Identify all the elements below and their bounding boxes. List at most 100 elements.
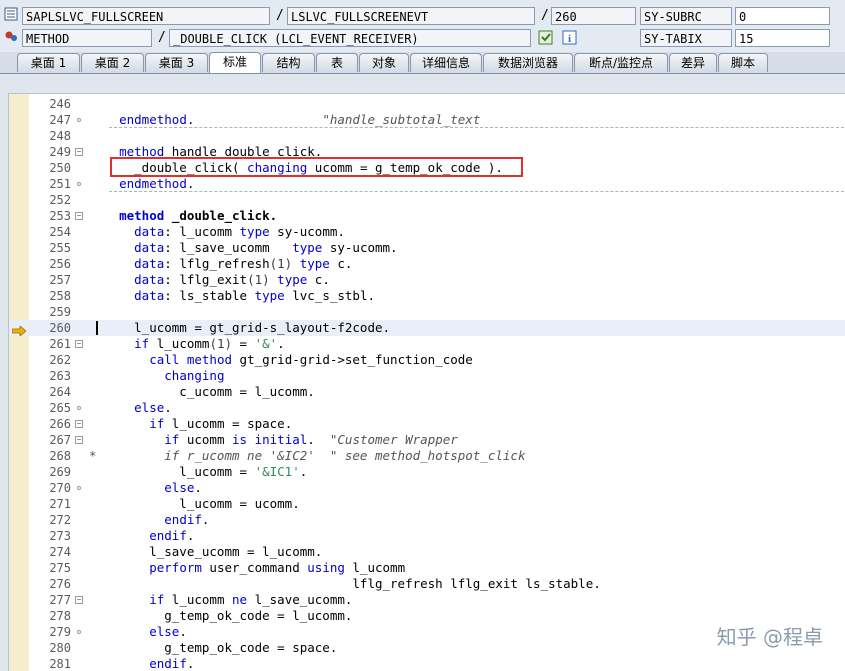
code-line-271[interactable]: 271 l_ucomm = ucomm. xyxy=(9,496,845,512)
tab-structure[interactable]: 结构 xyxy=(262,53,315,72)
source-code-editor[interactable]: 246247 endmethod. "handle_subtotal_text2… xyxy=(8,93,845,671)
code-line-257[interactable]: 257 data: lflg_exit(1) type c. xyxy=(9,272,845,288)
code-text[interactable]: * if r_ucomm ne '&IC2' " see method_hots… xyxy=(89,448,526,464)
code-text[interactable]: if l_ucomm(1) = '&'. xyxy=(89,336,285,352)
code-text[interactable]: l_save_ucomm = l_ucomm. xyxy=(89,544,322,560)
line-number: 263 xyxy=(29,368,71,384)
code-line-267[interactable]: 267− if ucomm is initial. "Customer Wrap… xyxy=(9,432,845,448)
tab-breakpoints[interactable]: 断点/监控点 xyxy=(574,53,668,72)
code-line-276[interactable]: 276 lflg_refresh lflg_exit ls_stable. xyxy=(9,576,845,592)
code-text[interactable]: endif. xyxy=(89,528,194,544)
fold-toggle-icon[interactable]: − xyxy=(75,148,83,156)
code-line-259[interactable]: 259 xyxy=(9,304,845,320)
code-text[interactable]: data: lflg_exit(1) type c. xyxy=(89,272,330,288)
fold-toggle-icon[interactable]: − xyxy=(75,340,83,348)
code-text[interactable]: if l_ucomm = space. xyxy=(89,416,292,432)
code-text[interactable]: else. xyxy=(89,480,202,496)
code-text[interactable]: g_temp_ok_code = l_ucomm. xyxy=(89,608,352,624)
tab-desktop-1[interactable]: 桌面 1 xyxy=(17,53,80,72)
code-text[interactable]: method _double_click. xyxy=(89,208,277,224)
code-text[interactable]: c_ucomm = l_ucomm. xyxy=(89,384,315,400)
code-line-247[interactable]: 247 endmethod. "handle_subtotal_text xyxy=(9,112,845,128)
tab-desktop-2[interactable]: 桌面 2 xyxy=(81,53,144,72)
code-text[interactable]: l_ucomm = ucomm. xyxy=(89,496,300,512)
line-number: 253 xyxy=(29,208,71,224)
code-line-269[interactable]: 269 l_ucomm = '&IC1'. xyxy=(9,464,845,480)
code-line-255[interactable]: 255 data: l_save_ucomm type sy-ucomm. xyxy=(9,240,845,256)
code-line-277[interactable]: 277− if l_ucomm ne l_save_ucomm. xyxy=(9,592,845,608)
code-line-274[interactable]: 274 l_save_ucomm = l_ucomm. xyxy=(9,544,845,560)
code-line-252[interactable]: 252 xyxy=(9,192,845,208)
info-icon[interactable]: i xyxy=(561,30,577,46)
code-line-264[interactable]: 264 c_ucomm = l_ucomm. xyxy=(9,384,845,400)
code-text[interactable]: changing xyxy=(89,368,224,384)
line-number: 256 xyxy=(29,256,71,272)
event-name-field[interactable]: _DOUBLE_CLICK (LCL_EVENT_RECEIVER) xyxy=(169,29,531,47)
code-line-270[interactable]: 270 else. xyxy=(9,480,845,496)
code-text[interactable]: l_ucomm = '&IC1'. xyxy=(89,464,307,480)
code-line-248[interactable]: 248 xyxy=(9,128,845,144)
tab-table[interactable]: 表 xyxy=(316,53,358,72)
code-line-260[interactable]: 260 l_ucomm = gt_grid-s_layout-f2code. xyxy=(9,320,845,336)
code-line-246[interactable]: 246 xyxy=(9,96,845,112)
line-number: 262 xyxy=(29,352,71,368)
execute-icon[interactable] xyxy=(537,30,553,46)
code-line-253[interactable]: 253− method _double_click. xyxy=(9,208,845,224)
code-text[interactable]: if ucomm is initial. "Customer Wrapper xyxy=(89,432,458,448)
code-text[interactable]: data: ls_stable type lvc_s_stbl. xyxy=(89,288,375,304)
line-number: 275 xyxy=(29,560,71,576)
tab-objects[interactable]: 对象 xyxy=(359,53,409,72)
code-text[interactable]: call method gt_grid-grid->set_function_c… xyxy=(89,352,473,368)
code-text[interactable]: perform user_command using l_ucomm xyxy=(89,560,405,576)
code-text[interactable]: data: l_ucomm type sy-ucomm. xyxy=(89,224,345,240)
code-text[interactable]: data: l_save_ucomm type sy-ucomm. xyxy=(89,240,398,256)
tab-diff[interactable]: 差异 xyxy=(669,53,717,72)
code-text[interactable]: l_ucomm = gt_grid-s_layout-f2code. xyxy=(89,320,390,336)
sy-subrc-value[interactable]: 0 xyxy=(735,7,830,25)
line-number: 266 xyxy=(29,416,71,432)
sy-tabix-value[interactable]: 15 xyxy=(735,29,830,47)
fold-toggle-icon[interactable]: − xyxy=(75,436,83,444)
code-text[interactable]: data: lflg_refresh(1) type c. xyxy=(89,256,352,272)
code-text[interactable]: endif. xyxy=(89,512,209,528)
code-line-254[interactable]: 254 data: l_ucomm type sy-ucomm. xyxy=(9,224,845,240)
tab-standard[interactable]: 标准 xyxy=(209,52,261,73)
tab-details[interactable]: 详细信息 xyxy=(410,53,482,72)
line-number-field[interactable]: 260 xyxy=(551,7,636,25)
code-text[interactable]: endif. xyxy=(89,656,194,671)
code-line-265[interactable]: 265 else. xyxy=(9,400,845,416)
tab-desktop-3[interactable]: 桌面 3 xyxy=(145,53,208,72)
program-field[interactable]: SAPLSLVC_FULLSCREEN xyxy=(22,7,270,25)
code-line-262[interactable]: 262 call method gt_grid-grid->set_functi… xyxy=(9,352,845,368)
code-text[interactable]: lflg_refresh lflg_exit ls_stable. xyxy=(89,576,601,592)
fold-end-icon xyxy=(77,118,81,122)
code-line-273[interactable]: 273 endif. xyxy=(9,528,845,544)
tab-script[interactable]: 脚本 xyxy=(718,53,768,72)
code-line-275[interactable]: 275 perform user_command using l_ucomm xyxy=(9,560,845,576)
code-text[interactable]: else. xyxy=(89,624,187,640)
fold-toggle-icon[interactable]: − xyxy=(75,596,83,604)
line-number: 246 xyxy=(29,96,71,112)
code-text[interactable]: endmethod. xyxy=(89,176,194,192)
code-text[interactable]: else. xyxy=(89,400,172,416)
code-text[interactable]: endmethod. "handle_subtotal_text xyxy=(89,112,480,128)
code-line-281[interactable]: 281 endif. xyxy=(9,656,845,671)
code-line-266[interactable]: 266− if l_ucomm = space. xyxy=(9,416,845,432)
code-line-256[interactable]: 256 data: lflg_refresh(1) type c. xyxy=(9,256,845,272)
code-line-261[interactable]: 261− if l_ucomm(1) = '&'. xyxy=(9,336,845,352)
fold-toggle-icon[interactable]: − xyxy=(75,212,83,220)
code-text[interactable]: if l_ucomm ne l_save_ucomm. xyxy=(89,592,352,608)
line-number: 280 xyxy=(29,640,71,656)
fold-toggle-icon[interactable]: − xyxy=(75,420,83,428)
code-line-268[interactable]: 268* if r_ucomm ne '&IC2' " see method_h… xyxy=(9,448,845,464)
code-text[interactable]: g_temp_ok_code = space. xyxy=(89,640,337,656)
code-line-272[interactable]: 272 endif. xyxy=(9,512,845,528)
debugger-tabs: 桌面 1 桌面 2 桌面 3 标准 结构 表 对象 详细信息 数据浏览器 断点/… xyxy=(0,52,845,74)
code-line-258[interactable]: 258 data: ls_stable type lvc_s_stbl. xyxy=(9,288,845,304)
code-line-263[interactable]: 263 changing xyxy=(9,368,845,384)
line-number: 265 xyxy=(29,400,71,416)
include-field[interactable]: LSLVC_FULLSCREENEVT xyxy=(287,7,535,25)
tab-data-browser[interactable]: 数据浏览器 xyxy=(483,53,573,72)
code-line-251[interactable]: 251 endmethod. xyxy=(9,176,845,192)
event-type-field[interactable]: METHOD xyxy=(22,29,152,47)
